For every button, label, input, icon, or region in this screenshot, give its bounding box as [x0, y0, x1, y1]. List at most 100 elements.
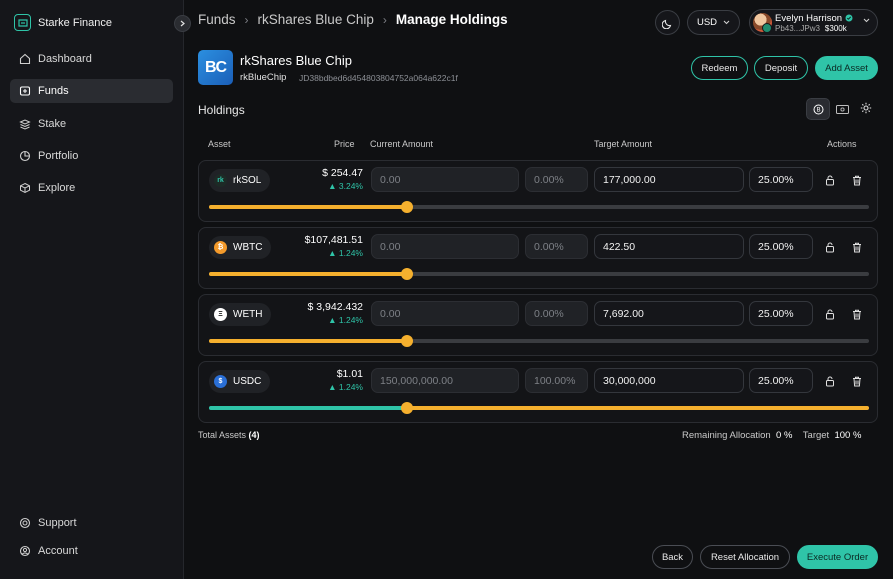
- holdings-title: Holdings: [198, 103, 245, 117]
- target-amount-field[interactable]: 177,000.00: [594, 167, 744, 192]
- lock-icon: [826, 376, 834, 386]
- asset-chip[interactable]: Ξ WETH: [209, 303, 272, 326]
- lock-icon: [826, 309, 834, 319]
- price-change: ▲ 3.24%: [328, 181, 363, 191]
- current-percent-field[interactable]: 0.00%: [525, 234, 588, 259]
- slider-handle[interactable]: [401, 402, 413, 414]
- breadcrumb-funds[interactable]: Funds: [198, 12, 236, 27]
- price-change: ▲ 1.24%: [328, 382, 363, 392]
- asset-chip[interactable]: $ USDC: [209, 370, 271, 393]
- lock-button[interactable]: [824, 375, 836, 387]
- user-wallet: Pb43...JPw3 $300k: [775, 24, 847, 33]
- fund-symbol: rkBlueChip: [240, 72, 287, 83]
- slider-handle[interactable]: [401, 335, 413, 347]
- sidebar-item-label: Dashboard: [38, 53, 92, 65]
- user-name: Evelyn Harrison: [775, 13, 853, 24]
- funds-icon: [19, 85, 31, 97]
- fund-title: rkShares Blue Chip: [240, 53, 352, 68]
- sidebar-item-stake[interactable]: Stake: [10, 112, 173, 136]
- target-label: Target: [802, 430, 830, 441]
- sidebar-item-support[interactable]: Support: [10, 511, 173, 535]
- fund-address[interactable]: JD38bdbed6d454803804752a064a622c1f: [299, 73, 458, 83]
- user-menu[interactable]: Evelyn Harrison Pb43...JPw3 $300k: [749, 9, 878, 36]
- verified-icon: [845, 14, 853, 22]
- execute-order-button[interactable]: Execute Order: [797, 545, 878, 569]
- delete-button[interactable]: [851, 174, 863, 186]
- currency-select[interactable]: USD: [687, 10, 740, 35]
- asset-name: USDC: [233, 376, 262, 387]
- lock-button[interactable]: [824, 174, 836, 186]
- redeem-button[interactable]: Redeem: [691, 56, 748, 80]
- allocation-slider[interactable]: [209, 201, 869, 213]
- current-amount-field[interactable]: 0.00: [371, 167, 519, 192]
- holding-row: ₿ WBTC $107,481.51 ▲ 1.24% 0.00 0.00% 42…: [198, 227, 878, 289]
- wbtc-icon: ₿: [214, 241, 227, 254]
- coin-view-button[interactable]: B: [806, 98, 830, 120]
- target-percent-field[interactable]: 25.00%: [749, 167, 813, 192]
- target-amount-field[interactable]: 7,692.00: [594, 301, 744, 326]
- trash-icon: [853, 376, 861, 386]
- cash-view-button[interactable]: [830, 98, 854, 120]
- chevron-right-icon: ›: [382, 12, 387, 27]
- trash-icon: [853, 309, 861, 319]
- allocation-slider[interactable]: [209, 402, 869, 414]
- fund-logo: BC: [198, 50, 233, 85]
- deposit-button[interactable]: Deposit: [754, 56, 808, 80]
- add-asset-button[interactable]: Add Asset: [815, 56, 878, 80]
- lock-button[interactable]: [824, 308, 836, 320]
- allocation-summary: Remaining Allocation 0 % Target 100 %: [682, 430, 861, 441]
- settings-button[interactable]: [860, 102, 872, 117]
- moon-icon: [661, 19, 671, 29]
- target-percent-field[interactable]: 25.00%: [749, 234, 813, 259]
- asset-chip[interactable]: ₿ WBTC: [209, 236, 272, 259]
- support-icon: [19, 517, 31, 529]
- target-percent-field[interactable]: 25.00%: [749, 301, 813, 326]
- sidebar-item-portfolio[interactable]: Portfolio: [10, 144, 173, 168]
- sidebar-item-label: Explore: [38, 182, 76, 194]
- back-button[interactable]: Back: [652, 545, 693, 569]
- user-address: Pb43...JPw3: [775, 24, 820, 33]
- slider-handle[interactable]: [401, 201, 413, 213]
- stake-icon: [19, 118, 31, 130]
- current-percent-field[interactable]: 0.00%: [525, 301, 588, 326]
- theme-toggle-button[interactable]: [655, 10, 680, 35]
- breadcrumb-fund[interactable]: rkShares Blue Chip: [258, 12, 374, 27]
- target-amount-field[interactable]: 422.50: [594, 234, 744, 259]
- delete-button[interactable]: [851, 375, 863, 387]
- sidebar-item-label: Funds: [38, 85, 69, 97]
- asset-name: WETH: [233, 309, 263, 320]
- allocation-slider[interactable]: [209, 335, 869, 347]
- slider-handle[interactable]: [401, 268, 413, 280]
- brand[interactable]: Starke Finance: [14, 14, 112, 31]
- column-price: Price: [334, 139, 355, 149]
- sidebar-item-account[interactable]: Account: [10, 539, 173, 563]
- current-amount-field[interactable]: 150,000,000.00: [371, 368, 519, 393]
- explore-icon: [19, 182, 31, 194]
- trash-icon: [853, 242, 861, 252]
- lock-icon: [826, 175, 834, 185]
- delete-button[interactable]: [851, 241, 863, 253]
- current-percent-field[interactable]: 0.00%: [525, 167, 588, 192]
- usdc-icon: $: [214, 375, 227, 388]
- sidebar-item-label: Stake: [38, 118, 67, 130]
- sidebar-item-label: Support: [38, 517, 77, 529]
- sidebar-item-dashboard[interactable]: Dashboard: [10, 47, 173, 71]
- sidebar-item-explore[interactable]: Explore: [10, 176, 173, 200]
- asset-chip[interactable]: rk rkSOL: [209, 169, 271, 192]
- lock-button[interactable]: [824, 241, 836, 253]
- sidebar-item-funds[interactable]: Funds: [10, 79, 173, 103]
- target-amount-field[interactable]: 30,000,000: [594, 368, 744, 393]
- column-current-amount: Current Amount: [370, 139, 434, 149]
- brand-logo-icon: [14, 14, 31, 31]
- portfolio-icon: [19, 150, 31, 162]
- current-amount-field[interactable]: 0.00: [371, 234, 519, 259]
- target-allocation-fill: [209, 339, 407, 343]
- allocation-slider[interactable]: [209, 268, 869, 280]
- current-percent-field[interactable]: 100.00%: [525, 368, 588, 393]
- target-percent-field[interactable]: 25.00%: [749, 368, 813, 393]
- target-allocation-fill: [209, 205, 407, 209]
- collapse-sidebar-button[interactable]: [174, 15, 191, 32]
- current-amount-field[interactable]: 0.00: [371, 301, 519, 326]
- reset-allocation-button[interactable]: Reset Allocation: [700, 545, 790, 569]
- delete-button[interactable]: [851, 308, 863, 320]
